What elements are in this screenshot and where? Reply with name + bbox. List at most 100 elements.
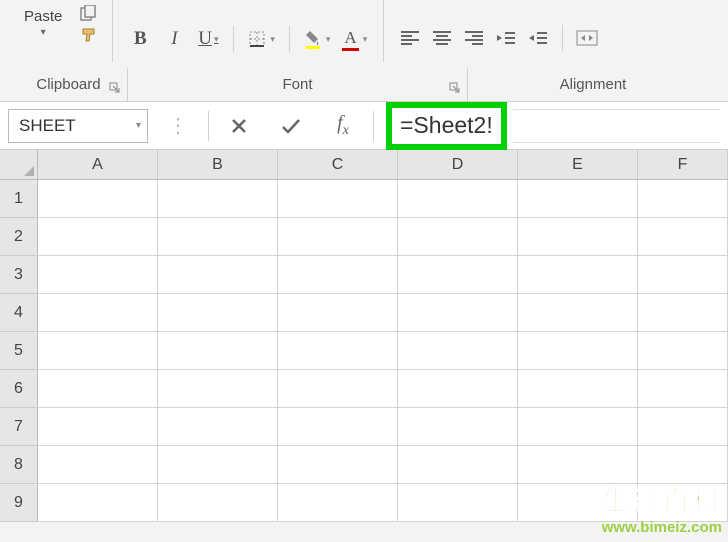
font-dialog-launcher[interactable] <box>449 81 463 95</box>
cell[interactable] <box>158 218 278 256</box>
cell[interactable] <box>38 370 158 408</box>
table-row <box>38 180 728 218</box>
cell[interactable] <box>518 256 638 294</box>
cell[interactable] <box>158 370 278 408</box>
row-header[interactable]: 5 <box>0 332 38 370</box>
cell[interactable] <box>398 408 518 446</box>
table-row <box>38 484 728 522</box>
cell[interactable] <box>398 256 518 294</box>
cell[interactable] <box>278 370 398 408</box>
copy-button[interactable] <box>78 4 100 22</box>
merge-button[interactable] <box>573 24 601 52</box>
cell[interactable] <box>278 294 398 332</box>
row-header[interactable]: 7 <box>0 408 38 446</box>
col-header[interactable]: B <box>158 150 278 180</box>
cell[interactable] <box>158 294 278 332</box>
column-headers: A B C D E F <box>38 150 728 180</box>
cell[interactable] <box>38 332 158 370</box>
cell[interactable] <box>638 294 728 332</box>
fill-color-button[interactable]: ▾ <box>300 27 335 51</box>
cell[interactable] <box>278 332 398 370</box>
cell[interactable] <box>398 484 518 522</box>
cell[interactable] <box>638 408 728 446</box>
col-header[interactable]: A <box>38 150 158 180</box>
underline-button[interactable]: U ▾ <box>193 24 223 54</box>
col-header[interactable]: E <box>518 150 638 180</box>
bold-button[interactable]: B <box>125 24 155 54</box>
cell[interactable] <box>158 484 278 522</box>
name-box[interactable]: SHEET ▾ <box>8 109 148 143</box>
cell[interactable] <box>638 180 728 218</box>
cell[interactable] <box>158 408 278 446</box>
row-header[interactable]: 3 <box>0 256 38 294</box>
row-header[interactable]: 4 <box>0 294 38 332</box>
cell[interactable] <box>518 332 638 370</box>
cell[interactable] <box>158 256 278 294</box>
cell[interactable] <box>638 218 728 256</box>
cancel-button[interactable] <box>217 108 261 144</box>
cell[interactable] <box>38 218 158 256</box>
cell[interactable] <box>518 294 638 332</box>
row-header[interactable]: 6 <box>0 370 38 408</box>
row-header[interactable]: 9 <box>0 484 38 522</box>
cell[interactable] <box>518 370 638 408</box>
cell[interactable] <box>278 484 398 522</box>
insert-function-button[interactable]: fx <box>321 108 365 144</box>
cell[interactable] <box>38 180 158 218</box>
increase-indent-button[interactable] <box>524 24 552 52</box>
borders-button[interactable]: ▾ <box>244 28 279 50</box>
row-header[interactable]: 2 <box>0 218 38 256</box>
cell[interactable] <box>38 446 158 484</box>
font-color-button[interactable]: A ▾ <box>338 26 371 53</box>
cell[interactable] <box>638 332 728 370</box>
paste-button[interactable]: Paste ▾ <box>18 4 68 40</box>
cell[interactable] <box>158 180 278 218</box>
cell[interactable] <box>398 294 518 332</box>
col-header[interactable]: F <box>638 150 728 180</box>
cell[interactable] <box>638 370 728 408</box>
cell[interactable] <box>518 180 638 218</box>
col-header[interactable]: D <box>398 150 518 180</box>
formula-input[interactable]: =Sheet2! <box>400 112 493 139</box>
cell[interactable] <box>638 484 728 522</box>
cell[interactable] <box>518 446 638 484</box>
cell[interactable] <box>38 484 158 522</box>
cell[interactable] <box>38 294 158 332</box>
cell[interactable] <box>518 484 638 522</box>
cell[interactable] <box>518 408 638 446</box>
row-header[interactable]: 8 <box>0 446 38 484</box>
ribbon-group-labels: Clipboard Font Alignment <box>0 68 728 102</box>
cell[interactable] <box>278 446 398 484</box>
table-row <box>38 370 728 408</box>
align-center-button[interactable] <box>428 24 456 52</box>
cell[interactable] <box>38 256 158 294</box>
align-left-button[interactable] <box>396 24 424 52</box>
clipboard-dialog-launcher[interactable] <box>109 81 123 95</box>
cell[interactable] <box>398 180 518 218</box>
align-right-button[interactable] <box>460 24 488 52</box>
formula-bar-extension[interactable] <box>513 109 720 143</box>
cell[interactable] <box>158 446 278 484</box>
cell[interactable] <box>518 218 638 256</box>
decrease-indent-button[interactable] <box>492 24 520 52</box>
cell[interactable] <box>278 256 398 294</box>
italic-button[interactable]: I <box>159 24 189 54</box>
cell[interactable] <box>278 218 398 256</box>
cell[interactable] <box>398 446 518 484</box>
cell[interactable] <box>38 408 158 446</box>
cell[interactable] <box>638 256 728 294</box>
cell[interactable] <box>278 408 398 446</box>
format-painter-button[interactable] <box>78 26 100 44</box>
col-header[interactable]: C <box>278 150 398 180</box>
select-all-corner[interactable] <box>0 150 38 180</box>
enter-button[interactable] <box>269 108 313 144</box>
table-row <box>38 294 728 332</box>
formula-options-button[interactable]: ⋮ <box>156 108 200 144</box>
cell[interactable] <box>638 446 728 484</box>
cell[interactable] <box>158 332 278 370</box>
row-header[interactable]: 1 <box>0 180 38 218</box>
cell[interactable] <box>398 370 518 408</box>
cell[interactable] <box>398 218 518 256</box>
cell[interactable] <box>398 332 518 370</box>
cell[interactable] <box>278 180 398 218</box>
